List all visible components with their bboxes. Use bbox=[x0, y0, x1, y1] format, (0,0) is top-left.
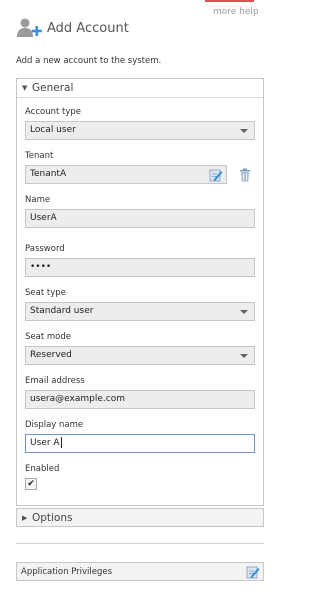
seat-type-select[interactable]: Standard user bbox=[25, 302, 255, 321]
display-name-label: Display name bbox=[25, 420, 84, 430]
edit-icon[interactable] bbox=[246, 565, 260, 579]
enabled-field: Enabled ✔ bbox=[25, 463, 255, 490]
display-name-field: Display name User A bbox=[25, 419, 255, 453]
page-description: Add a new account to the system. bbox=[16, 56, 162, 66]
options-section-header[interactable]: ▶ Options bbox=[16, 508, 264, 527]
general-section: ▼ General Account type Local user Tenant… bbox=[16, 78, 264, 506]
page-header: Add Account bbox=[16, 16, 129, 40]
name-label: Name bbox=[25, 195, 51, 205]
name-field: Name UserA bbox=[25, 194, 255, 228]
caret-down-icon: ▼ bbox=[22, 84, 28, 92]
top-accent-bar bbox=[205, 0, 254, 2]
seat-mode-field: Seat mode Reserved bbox=[25, 331, 255, 365]
seat-mode-label: Seat mode bbox=[25, 332, 71, 342]
account-type-value: Local user bbox=[30, 125, 76, 135]
page-title: Add Account bbox=[47, 20, 129, 36]
chevron-down-icon bbox=[240, 310, 248, 314]
password-field: Password •••• bbox=[25, 243, 255, 277]
more-help-link[interactable]: more help bbox=[213, 7, 259, 17]
checkmark-icon: ✔ bbox=[27, 479, 35, 489]
email-input[interactable]: usera@example.com bbox=[25, 390, 255, 409]
seat-mode-value: Reserved bbox=[30, 350, 72, 360]
email-field: Email address usera@example.com bbox=[25, 375, 255, 409]
tenant-label: Tenant bbox=[25, 151, 54, 161]
seat-type-value: Standard user bbox=[30, 306, 94, 316]
general-section-header[interactable]: ▼ General bbox=[17, 79, 263, 98]
seat-mode-select[interactable]: Reserved bbox=[25, 346, 255, 365]
edit-icon[interactable] bbox=[209, 168, 223, 182]
account-type-select[interactable]: Local user bbox=[25, 121, 255, 140]
name-value: UserA bbox=[30, 213, 57, 223]
seat-type-label: Seat type bbox=[25, 288, 66, 298]
seat-type-field: Seat type Standard user bbox=[25, 287, 255, 321]
tenant-input[interactable]: TenantA bbox=[25, 165, 227, 184]
display-name-input[interactable]: User A bbox=[25, 434, 255, 453]
password-value: •••• bbox=[30, 262, 52, 272]
text-cursor bbox=[60, 437, 62, 448]
application-privileges-header[interactable]: Application Privileges bbox=[16, 562, 264, 581]
password-label: Password bbox=[25, 244, 65, 254]
password-input[interactable]: •••• bbox=[25, 258, 255, 277]
general-section-title: General bbox=[32, 82, 74, 94]
application-privileges-title: Application Privileges bbox=[21, 566, 113, 577]
chevron-down-icon bbox=[240, 354, 248, 358]
tenant-value: TenantA bbox=[30, 169, 67, 179]
enabled-checkbox[interactable]: ✔ bbox=[25, 478, 37, 490]
account-type-field: Account type Local user bbox=[25, 106, 255, 140]
add-user-icon bbox=[17, 18, 42, 37]
display-name-value: User A bbox=[30, 438, 60, 448]
chevron-down-icon bbox=[240, 129, 248, 133]
trash-icon[interactable] bbox=[239, 168, 251, 182]
options-section-title: Options bbox=[32, 511, 73, 524]
enabled-label: Enabled bbox=[25, 464, 60, 474]
email-value: usera@example.com bbox=[30, 394, 125, 404]
tenant-field: Tenant TenantA bbox=[25, 150, 255, 184]
name-input[interactable]: UserA bbox=[25, 209, 255, 228]
account-type-label: Account type bbox=[25, 107, 82, 117]
section-divider bbox=[16, 543, 264, 544]
email-label: Email address bbox=[25, 376, 85, 386]
caret-right-icon: ▶ bbox=[22, 513, 28, 522]
